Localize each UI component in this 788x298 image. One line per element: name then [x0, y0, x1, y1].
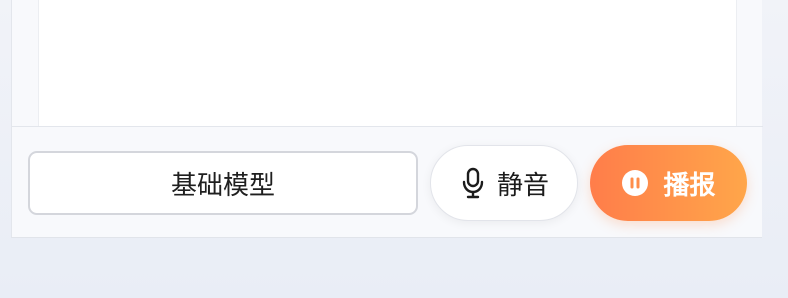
- divider: [12, 126, 763, 127]
- content-area: [38, 0, 737, 126]
- microphone-icon: [459, 167, 487, 199]
- model-select-label: 基础模型: [170, 170, 275, 201]
- model-select-button[interactable]: 基础模型: [28, 151, 418, 215]
- mute-button[interactable]: 静音: [430, 145, 578, 221]
- broadcast-button-label: 播报: [663, 170, 716, 201]
- broadcast-button[interactable]: 播报: [590, 145, 747, 221]
- mute-button-label: 静音: [496, 170, 549, 201]
- pause-icon: [621, 169, 649, 197]
